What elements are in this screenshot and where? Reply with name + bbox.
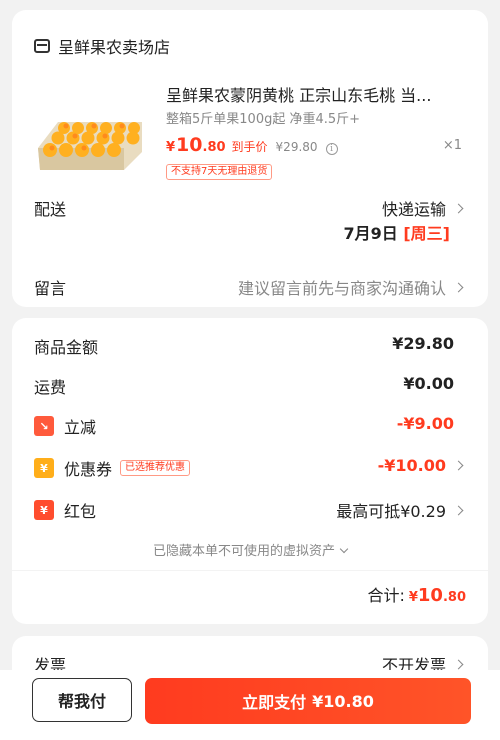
shipping-value: ¥0.00 xyxy=(403,374,454,393)
message-field[interactable]: 建议留言前先与商家沟通确认 xyxy=(238,275,464,299)
redpacket-value[interactable]: 最高可抵¥0.29 xyxy=(336,498,464,522)
message-label: 留言 xyxy=(34,279,67,298)
total-label: 合计: xyxy=(367,586,405,605)
original-price: ¥29.80 xyxy=(275,140,318,154)
product-thumbnail[interactable] xyxy=(34,92,146,180)
coupon-value[interactable]: -¥10.00 xyxy=(378,456,464,475)
delivery-label: 配送 xyxy=(34,200,67,219)
coupon-icon: ¥ xyxy=(34,458,54,478)
goods-amount-value: ¥29.80 xyxy=(392,334,454,353)
return-policy-badge: 不支持7天无理由退货 xyxy=(166,164,273,180)
store-name: 呈鲜果农卖场店 xyxy=(58,38,171,57)
delivery-method[interactable]: 快递运输 xyxy=(382,196,464,220)
chevron-right-icon xyxy=(453,505,464,515)
quantity: ×1 xyxy=(442,138,462,153)
hidden-assets-toggle[interactable]: 已隐藏本单不可使用的虚拟资产 xyxy=(12,540,488,559)
bottom-action-bar: 帮我付 立即支付 ¥10.80 xyxy=(0,670,500,740)
product-title[interactable]: 呈鲜果农蒙阴黄桃 正宗山东毛桃 当... xyxy=(166,82,472,106)
help-me-pay-button[interactable]: 帮我付 xyxy=(32,678,132,722)
pay-now-button[interactable]: 立即支付 ¥10.80 xyxy=(145,678,471,724)
coupon-row[interactable]: ¥ 优惠券 已选推荐优惠 xyxy=(34,456,191,480)
divider xyxy=(12,570,488,571)
store-icon xyxy=(34,39,50,53)
product-spec: 整箱5斤单果100g起 净重4.5斤+ xyxy=(166,112,361,127)
price-summary-card: 商品金额 ¥29.80 运费 ¥0.00 ↘ 立减 -¥9.00 ¥ 优惠券 已… xyxy=(12,318,488,624)
info-icon[interactable]: i xyxy=(325,143,338,155)
final-price: ¥10.80 xyxy=(166,134,226,156)
order-card: 呈鲜果农卖场店 呈鲜果农蒙阴黄桃 正宗山东毛桃 当... 整箱5斤单果100g起… xyxy=(12,10,488,307)
store-header[interactable]: 呈鲜果农卖场店 xyxy=(34,34,170,58)
discount-row: ↘ 立减 xyxy=(34,414,96,438)
red-packet-icon: ¥ xyxy=(34,500,54,520)
delivery-date: 7月9日 [周三] xyxy=(343,224,451,243)
redpacket-row[interactable]: ¥ 红包 xyxy=(34,498,96,522)
discount-value: -¥9.00 xyxy=(396,414,454,433)
discount-icon: ↘ xyxy=(34,416,54,436)
price-row: ¥10.80 到手价 ¥29.80 i xyxy=(166,134,338,160)
total-value: ¥10.80 xyxy=(408,585,466,606)
coupon-selected-tag: 已选推荐优惠 xyxy=(120,460,191,476)
chevron-right-icon xyxy=(453,460,464,471)
final-price-label: 到手价 xyxy=(231,140,268,154)
chevron-right-icon xyxy=(453,203,464,213)
chevron-down-icon xyxy=(339,544,349,554)
shipping-label: 运费 xyxy=(34,378,67,397)
goods-amount-label: 商品金额 xyxy=(34,338,99,357)
chevron-right-icon xyxy=(453,659,464,669)
chevron-right-icon xyxy=(453,282,464,292)
order-total: 合计: ¥10.80 xyxy=(367,582,466,606)
